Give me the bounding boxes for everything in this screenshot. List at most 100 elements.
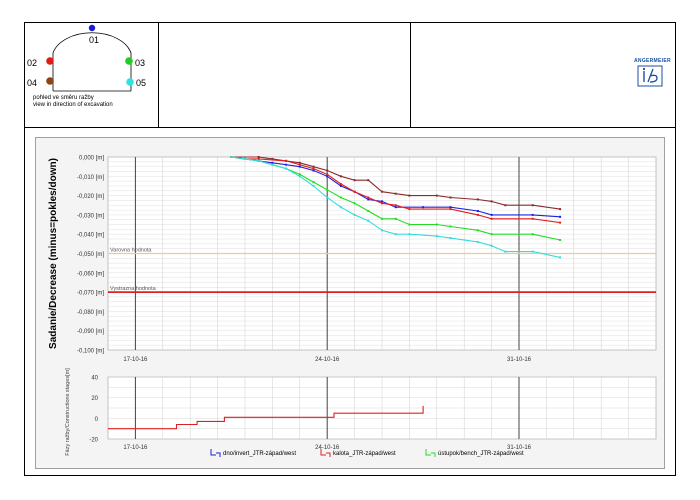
settlement-point xyxy=(435,223,438,226)
bottom-x-tick-label: 17-10-16 xyxy=(123,445,148,451)
settlement-point xyxy=(476,213,479,216)
settlement-point xyxy=(230,156,233,158)
settlement-point xyxy=(559,208,562,211)
legend-label-1: dno/invert_JTR-západ/west xyxy=(223,451,296,457)
settlement-point xyxy=(476,229,479,232)
caption-line-1: pohled ve směru ražby xyxy=(33,95,94,101)
top-y-tick-label: -0,020 [m] xyxy=(77,194,104,200)
settlement-point xyxy=(408,194,411,197)
point-05-label: 05 xyxy=(136,78,147,88)
settlement-point xyxy=(476,198,479,201)
settlement-point xyxy=(353,213,356,216)
point-03-marker xyxy=(125,57,133,65)
header-sketch-cell: 01 02 03 04 05 pohled ve směru ražby vie… xyxy=(25,23,159,127)
caption-line-2: view in direction of excavation xyxy=(33,102,113,108)
settlement-point xyxy=(285,167,288,170)
top-y-tick-label: -0,090 [m] xyxy=(77,329,104,335)
settlement-point xyxy=(394,204,397,207)
settlement-point xyxy=(367,210,370,213)
settlement-point xyxy=(367,219,370,222)
point-04-marker xyxy=(46,77,54,85)
legend-label-3: ústupok/bench_JTR-západ/west xyxy=(438,451,524,457)
legend-swatch-1 xyxy=(210,449,221,457)
settlement-point xyxy=(312,167,315,170)
settlement-point xyxy=(298,175,301,178)
settlement-point xyxy=(449,196,452,199)
point-01-marker xyxy=(88,24,96,32)
settlement-point xyxy=(326,188,329,191)
settlement-point xyxy=(326,173,329,176)
settlement-point xyxy=(531,204,534,207)
legend-swatch-3 xyxy=(425,449,436,457)
settlement-point xyxy=(449,237,452,240)
settlement-point xyxy=(449,225,452,228)
settlement-point xyxy=(490,233,493,236)
header-logo-cell: ANGERMEIER xyxy=(411,23,675,127)
settlement-point xyxy=(559,215,562,218)
top-x-tick-label: 31-10-16 xyxy=(507,357,532,363)
settlement-point xyxy=(504,204,507,207)
settlement-point xyxy=(422,206,425,209)
settlement-point xyxy=(381,202,383,205)
top-x-tick-label: 17-10-16 xyxy=(123,357,148,363)
settlement-point xyxy=(326,175,329,178)
top-y-tick-label: -0,030 [m] xyxy=(77,213,104,219)
settlement-point xyxy=(490,200,493,203)
settlement-point xyxy=(490,244,493,247)
settlement-point xyxy=(367,198,370,201)
header-empty-cell-1 xyxy=(159,23,411,127)
point-05-marker xyxy=(126,78,134,86)
top-x-tick-label: 24-10-16 xyxy=(315,357,340,363)
settlement-point xyxy=(381,217,383,220)
settlement-point xyxy=(490,217,493,220)
settlement-point xyxy=(257,156,260,158)
settlement-point xyxy=(298,165,301,168)
settlement-point xyxy=(353,179,356,182)
settlement-point xyxy=(244,157,246,160)
header-divider xyxy=(25,127,675,128)
threshold-label: Varovna hodnota xyxy=(110,248,152,254)
chart-container: 0,000 [m] -0,010 [m] -0,020 [m] -0,030 [m] -… xyxy=(35,137,665,469)
settlement-point xyxy=(257,157,260,160)
settlement-point xyxy=(257,159,260,162)
settlement-point xyxy=(298,163,301,166)
settlement-point xyxy=(435,194,438,197)
top-y-tick-label: -0,100 [m] xyxy=(77,349,104,355)
report-frame: 01 02 03 04 05 pohled ve směru ražby vie… xyxy=(24,22,676,476)
settlement-point xyxy=(367,196,370,199)
bottom-y-tick-label: 0 xyxy=(95,417,99,423)
settlement-point xyxy=(312,181,315,184)
settlement-point xyxy=(531,233,534,236)
point-01-label: 01 xyxy=(89,35,100,45)
settlement-point xyxy=(285,163,288,166)
settlement-point xyxy=(490,213,493,216)
settlement-point xyxy=(531,250,534,253)
top-y-tick-label: -0,080 [m] xyxy=(77,310,104,316)
settlement-point xyxy=(381,200,383,203)
settlement-point xyxy=(326,196,329,199)
bottom-y-tick-label: 40 xyxy=(91,376,98,382)
logo-text: ANGERMEIER xyxy=(634,58,671,64)
settlement-chart: 0,000 [m] -0,010 [m] -0,020 [m] -0,030 [m] -… xyxy=(48,156,657,457)
top-y-tick-label: 0,000 [m] xyxy=(79,156,104,162)
top-y-axis-title: Sadanie/Decrease (minus=pokles/down) xyxy=(48,158,59,349)
settlement-point xyxy=(435,235,438,238)
settlement-point xyxy=(408,223,411,226)
settlement-point xyxy=(408,233,411,236)
settlement-point xyxy=(353,202,356,205)
settlement-point xyxy=(298,173,301,176)
top-y-tick-label: -0,050 [m] xyxy=(77,252,104,258)
top-y-tick-label: -0,040 [m] xyxy=(77,233,104,239)
settlement-point xyxy=(449,206,452,209)
settlement-point xyxy=(367,179,370,182)
settlement-point xyxy=(339,183,342,186)
point-02-label: 02 xyxy=(27,58,38,68)
settlement-point xyxy=(312,165,315,168)
settlement-point xyxy=(381,190,383,193)
settlement-point xyxy=(394,206,397,209)
settlement-point xyxy=(476,210,479,213)
settlement-point xyxy=(476,240,479,243)
settlement-point xyxy=(531,213,534,216)
angermeier-logo-icon xyxy=(637,65,663,87)
settlement-point xyxy=(504,250,507,253)
